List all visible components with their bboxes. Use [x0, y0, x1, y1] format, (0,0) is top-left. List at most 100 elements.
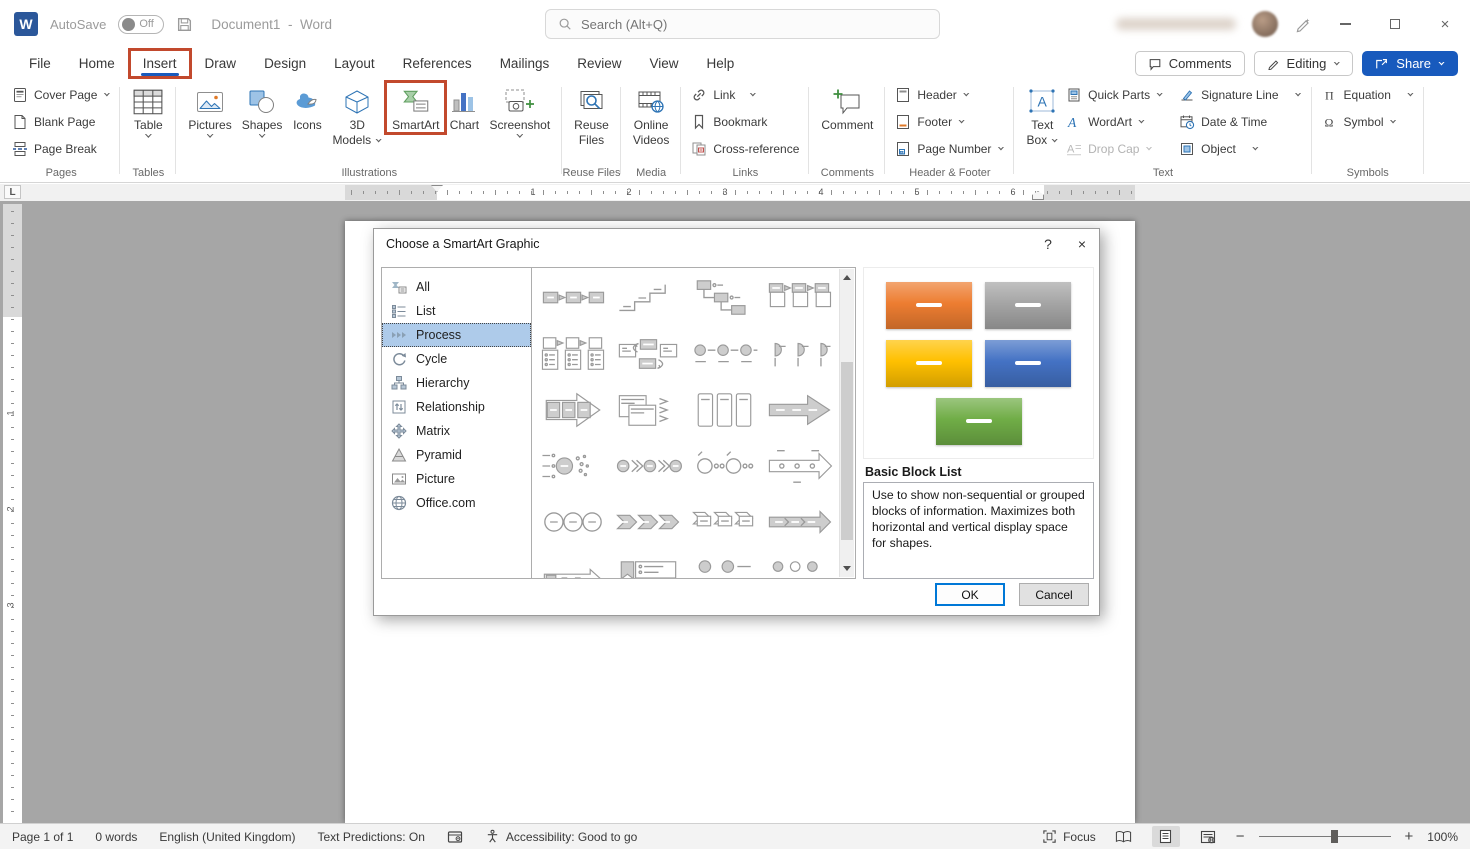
minimize-button[interactable] [1328, 7, 1362, 41]
search-input[interactable] [581, 17, 927, 32]
gallery-item-picture-list[interactable] [535, 326, 611, 382]
tab-help[interactable]: Help [694, 50, 748, 77]
equation-button[interactable]: Π Equation [1319, 83, 1417, 106]
cover-page-button[interactable]: Cover Page [9, 83, 113, 106]
gallery-item-tabbed-boxes[interactable] [762, 270, 838, 326]
shapes-button[interactable]: Shapes [237, 83, 288, 138]
gallery-scrollbar[interactable] [839, 269, 854, 577]
category-hierarchy[interactable]: Hierarchy [382, 371, 531, 395]
print-layout-button[interactable] [1152, 826, 1180, 847]
gallery-item-big-arrow[interactable] [762, 382, 838, 438]
screenshot-button[interactable]: Screenshot [484, 83, 555, 138]
smartart-button[interactable]: SmartArt [387, 83, 444, 132]
word-count[interactable]: 0 words [95, 830, 137, 844]
gallery-item-arrow-bar[interactable] [762, 494, 838, 550]
quick-parts-button[interactable]: Quick Parts [1063, 83, 1166, 106]
category-pyramid[interactable]: Pyramid [382, 443, 531, 467]
tab-layout[interactable]: Layout [321, 50, 388, 77]
maximize-button[interactable] [1378, 7, 1412, 41]
table-button[interactable]: Table [127, 83, 169, 138]
symbol-button[interactable]: Ω Symbol [1319, 110, 1417, 133]
cancel-button[interactable]: Cancel [1019, 583, 1089, 606]
cross-reference-button[interactable]: Cross-reference [688, 137, 802, 160]
gallery-item-boxes-big-arrow[interactable] [535, 382, 611, 438]
comments-button[interactable]: Comments [1135, 51, 1245, 76]
tab-selector[interactable]: L [4, 185, 21, 199]
icons-button[interactable]: Icons [287, 83, 327, 132]
scroll-down-button[interactable] [840, 561, 854, 576]
gallery-item-linked-rings[interactable] [535, 494, 611, 550]
gallery-item-dot-arrow[interactable] [762, 438, 838, 494]
focus-button[interactable]: Focus [1042, 829, 1096, 844]
gallery-item-dots-b[interactable] [762, 550, 838, 578]
gallery-item-radial-dots[interactable] [535, 438, 611, 494]
3d-models-button[interactable]: 3D Models [327, 83, 387, 147]
dialog-close-button[interactable]: × [1065, 229, 1099, 259]
gallery-item-bullet-box[interactable] [611, 550, 687, 578]
reuse-files-button[interactable]: Reuse Files [569, 83, 614, 147]
category-list[interactable]: List [382, 299, 531, 323]
dialog-help-button[interactable]: ? [1031, 229, 1065, 259]
gallery-item-circle-chevrons[interactable] [611, 438, 687, 494]
drop-cap-button[interactable]: A Drop Cap [1063, 137, 1166, 160]
link-button[interactable]: Link [688, 83, 802, 106]
zoom-slider-thumb[interactable] [1331, 830, 1338, 843]
editing-button[interactable]: Editing [1254, 51, 1354, 76]
page-number-button[interactable]: Page Number [892, 137, 1007, 160]
horizontal-ruler[interactable]: L 123456 [0, 184, 1470, 201]
gallery-item-hierarchy-boxes[interactable] [686, 270, 762, 326]
date-time-button[interactable]: Date & Time [1176, 110, 1304, 133]
tab-mailings[interactable]: Mailings [487, 50, 563, 77]
gallery-item-half-circles[interactable] [762, 326, 838, 382]
signature-line-button[interactable]: Signature Line [1176, 83, 1304, 106]
read-mode-button[interactable] [1110, 826, 1138, 847]
scrollbar-thumb[interactable] [841, 362, 853, 540]
tab-file[interactable]: File [16, 50, 64, 77]
gallery-item-chevron-bar[interactable] [535, 550, 611, 578]
chart-button[interactable]: Chart [444, 83, 484, 132]
pen-icon[interactable] [1294, 15, 1312, 33]
close-button[interactable]: × [1428, 7, 1462, 41]
language-indicator[interactable]: English (United Kingdom) [159, 830, 295, 844]
new-comment-button[interactable]: Comment [816, 83, 878, 132]
category-office[interactable]: Office.com [382, 491, 531, 515]
gallery-item-circle-lines[interactable] [686, 326, 762, 382]
zoom-slider[interactable] [1259, 836, 1391, 837]
search-box[interactable] [545, 9, 940, 39]
category-all[interactable]: All [382, 275, 531, 299]
page-break-button[interactable]: Page Break [9, 137, 113, 160]
zoom-out-button[interactable]: − [1236, 832, 1245, 842]
gallery-item-chevrons[interactable] [611, 494, 687, 550]
gallery-item-boxes-arrows[interactable] [535, 270, 611, 326]
gallery-item-steps[interactable] [611, 270, 687, 326]
word-app-icon[interactable]: W [14, 12, 38, 36]
header-button[interactable]: Header [892, 83, 1007, 106]
footer-button[interactable]: Footer [892, 110, 1007, 133]
tab-draw[interactable]: Draw [192, 50, 250, 77]
save-icon[interactable] [176, 16, 193, 33]
scroll-up-button[interactable] [840, 270, 854, 285]
category-relationship[interactable]: Relationship [382, 395, 531, 419]
online-videos-button[interactable]: Online Videos [628, 83, 674, 147]
object-button[interactable]: Object [1176, 137, 1304, 160]
category-matrix[interactable]: Matrix [382, 419, 531, 443]
page-indicator[interactable]: Page 1 of 1 [12, 830, 73, 844]
tab-home[interactable]: Home [66, 50, 128, 77]
pictures-button[interactable]: Pictures [183, 83, 236, 138]
tab-insert[interactable]: Insert [130, 50, 190, 77]
tab-references[interactable]: References [390, 50, 485, 77]
gallery-item-dots-a[interactable] [686, 550, 762, 578]
share-button[interactable]: Share [1362, 51, 1458, 76]
tab-review[interactable]: Review [564, 50, 634, 77]
ok-button[interactable]: OK [935, 583, 1005, 606]
zoom-in-button[interactable]: + [1405, 832, 1414, 842]
zoom-level[interactable]: 100% [1427, 830, 1458, 844]
wordart-button[interactable]: A WordArt [1063, 110, 1166, 133]
tab-design[interactable]: Design [251, 50, 319, 77]
gallery-item-stacked-lists[interactable] [611, 382, 687, 438]
gallery-item-boxes-chevrons[interactable] [686, 494, 762, 550]
gallery-item-swap-boxes[interactable] [611, 326, 687, 382]
dialog-title-bar[interactable]: Choose a SmartArt Graphic ? × [374, 229, 1099, 259]
gallery-item-ring-dots[interactable] [686, 438, 762, 494]
vertical-ruler[interactable]: 123 [3, 204, 22, 823]
